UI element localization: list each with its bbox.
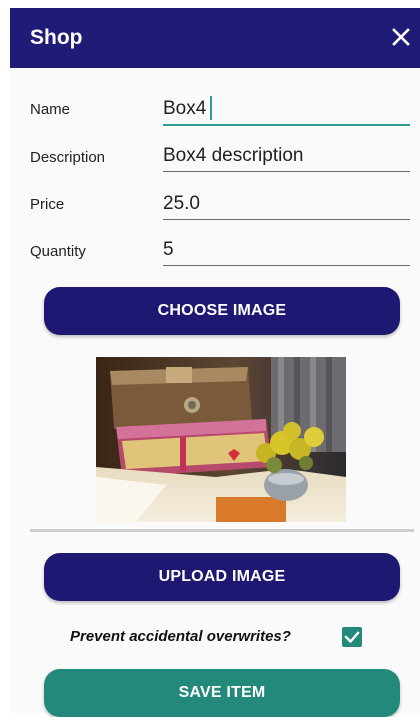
selected-image <box>96 357 346 522</box>
close-icon[interactable] <box>388 24 414 50</box>
name-input[interactable] <box>163 94 410 126</box>
quantity-label: Quantity <box>30 243 86 260</box>
prevent-overwrites-label: Prevent accidental overwrites? <box>70 628 291 645</box>
upload-image-button[interactable]: UPLOAD IMAGE <box>44 553 400 601</box>
description-input[interactable] <box>163 141 410 172</box>
app-bar: Shop <box>10 8 420 68</box>
choose-image-button[interactable]: CHOOSE IMAGE <box>44 287 400 335</box>
description-label: Description <box>30 149 106 166</box>
left-edge <box>0 0 10 713</box>
prevent-overwrites-checkbox[interactable] <box>342 627 362 647</box>
top-strip <box>10 0 420 8</box>
save-item-button[interactable]: SAVE ITEM <box>44 669 400 717</box>
price-label: Price <box>30 196 65 213</box>
divider <box>30 529 414 532</box>
name-label: Name <box>30 101 71 118</box>
price-input[interactable] <box>163 189 410 220</box>
app-bar-title: Shop <box>30 26 83 49</box>
quantity-input[interactable] <box>163 235 410 266</box>
text-caret <box>210 96 212 120</box>
